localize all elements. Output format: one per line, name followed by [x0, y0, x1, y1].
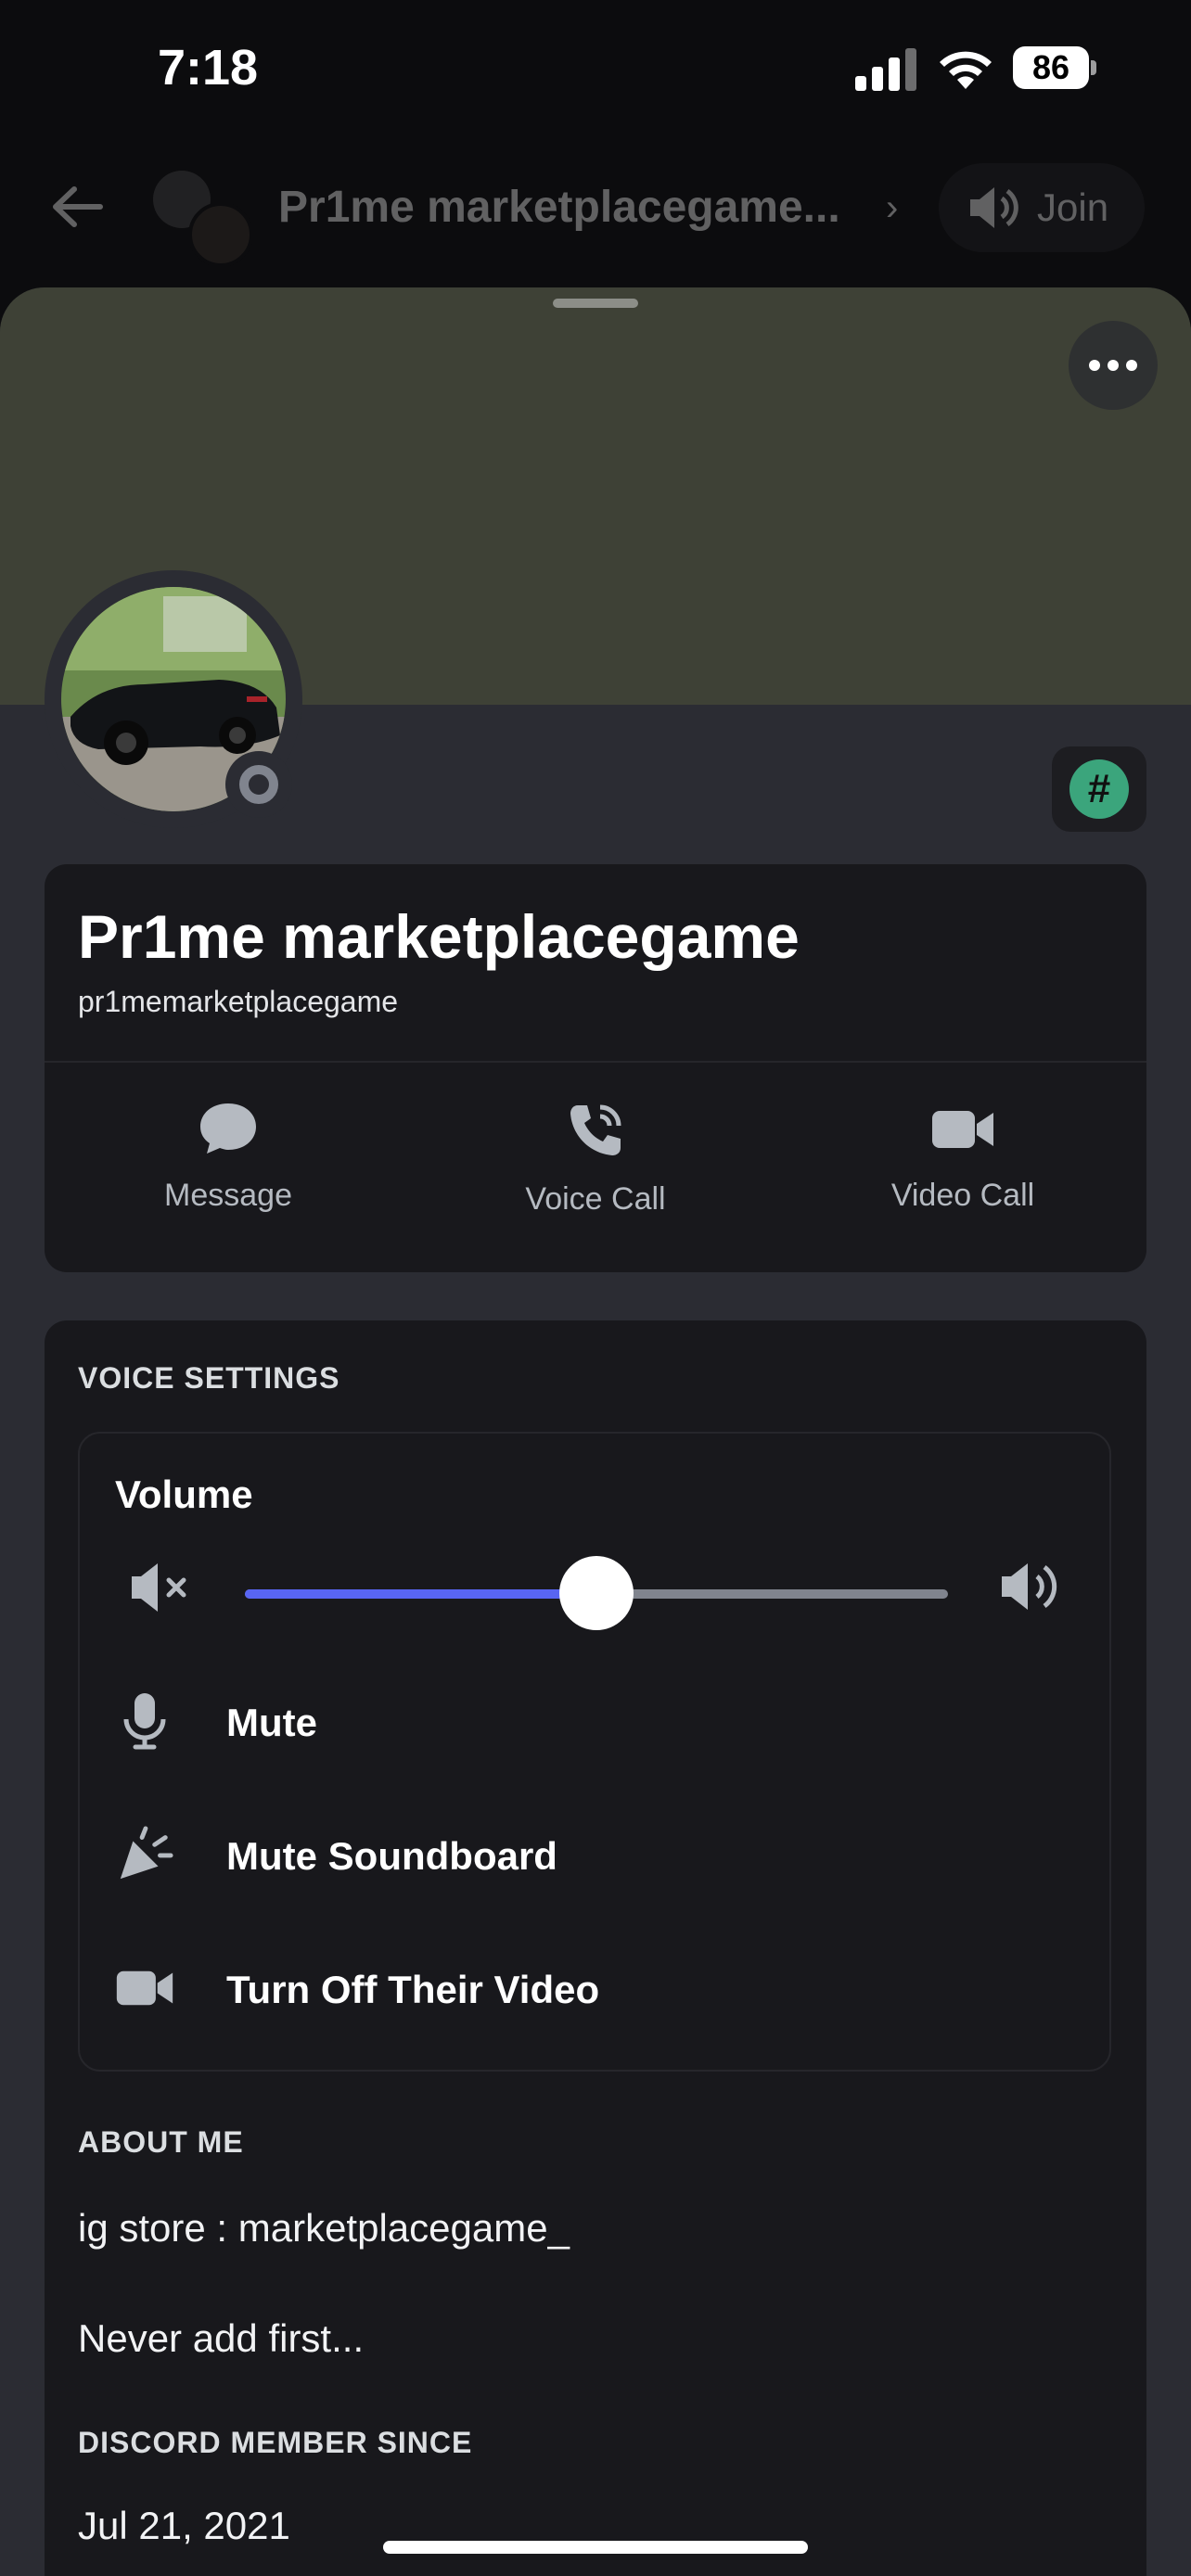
- display-name: Pr1me marketplacegame: [78, 902, 800, 971]
- battery-level: 86: [1013, 46, 1089, 89]
- turn-off-video-label: Turn Off Their Video: [226, 1968, 600, 2011]
- mute-label: Mute: [226, 1701, 317, 1744]
- volume-slider[interactable]: [245, 1556, 948, 1630]
- chat-header: Pr1me marketplacegame... › Join: [0, 148, 1191, 269]
- video-camera-icon: [115, 1958, 174, 2018]
- soundboard-icon: [115, 1825, 174, 1884]
- clock: 7:18: [158, 40, 259, 96]
- hashtag-badge-icon: #: [1069, 759, 1129, 819]
- volume-up-icon[interactable]: [998, 1554, 1063, 1619]
- voice-call-button[interactable]: Voice Call: [412, 1074, 779, 1259]
- profile-badge[interactable]: #: [1052, 746, 1146, 832]
- back-arrow-icon[interactable]: [48, 184, 104, 230]
- video-camera-icon: [932, 1111, 993, 1148]
- profile-actions: Message Voice Call Video Call: [45, 1074, 1146, 1259]
- profile-details-card: VOICE SETTINGS Volume Mute Mute Soundboa…: [45, 1320, 1146, 2576]
- profile-card: Pr1me marketplacegame pr1memarketplacega…: [45, 864, 1146, 1272]
- wifi-icon: [940, 51, 992, 89]
- turn-off-video-option[interactable]: Turn Off Their Video: [80, 1932, 1109, 2044]
- username: pr1memarketplacegame: [78, 985, 399, 1018]
- home-indicator[interactable]: [383, 2541, 808, 2554]
- member-since-date: Jul 21, 2021: [78, 2504, 290, 2547]
- join-button[interactable]: Join: [939, 163, 1145, 252]
- sheet-grabber[interactable]: [553, 299, 638, 308]
- member-since-heading: DISCORD MEMBER SINCE: [78, 2426, 473, 2459]
- phone-call-icon: [570, 1104, 621, 1155]
- join-label: Join: [1037, 185, 1109, 229]
- avatar[interactable]: [45, 570, 302, 828]
- channel-title[interactable]: Pr1me marketplacegame...: [278, 182, 840, 233]
- video-call-button[interactable]: Video Call: [779, 1074, 1146, 1259]
- volume-label: Volume: [115, 1473, 253, 1516]
- divider: [45, 1061, 1146, 1063]
- mute-soundboard-option[interactable]: Mute Soundboard: [80, 1799, 1109, 1910]
- status-bar: 7:18 86: [0, 0, 1191, 139]
- mute-soundboard-label: Mute Soundboard: [226, 1834, 557, 1878]
- microphone-icon: [115, 1691, 174, 1751]
- message-label: Message: [164, 1178, 292, 1213]
- more-options-button[interactable]: [1069, 321, 1158, 410]
- ellipsis-icon: [1089, 360, 1100, 371]
- about-me-line: ig store : marketplacegame_: [78, 2206, 570, 2250]
- cellular-signal-icon: [855, 48, 916, 91]
- voice-settings-box: Volume Mute Mute Soundboard Turn Off The…: [78, 1432, 1111, 2072]
- volume-slider-fill: [245, 1589, 596, 1599]
- volume-slider-thumb[interactable]: [559, 1556, 634, 1630]
- volume-mute-icon[interactable]: [128, 1558, 193, 1617]
- video-call-label: Video Call: [890, 1178, 1035, 1213]
- mute-option[interactable]: Mute: [80, 1665, 1109, 1777]
- chevron-right-icon: ›: [886, 187, 899, 228]
- group-avatar[interactable]: [153, 161, 255, 267]
- battery-indicator: 86: [1013, 46, 1098, 89]
- speaker-icon: [970, 187, 1018, 228]
- voice-settings-heading: VOICE SETTINGS: [78, 1361, 340, 1395]
- about-me-line: Never add first...: [78, 2316, 365, 2360]
- profile-sheet: # Pr1me marketplacegame pr1memarketplace…: [0, 287, 1191, 2576]
- about-me-heading: ABOUT ME: [78, 2125, 244, 2159]
- voice-call-label: Voice Call: [525, 1181, 666, 1217]
- offline-status-icon: [225, 751, 292, 818]
- message-button[interactable]: Message: [45, 1074, 412, 1259]
- message-bubble-icon: [200, 1103, 256, 1154]
